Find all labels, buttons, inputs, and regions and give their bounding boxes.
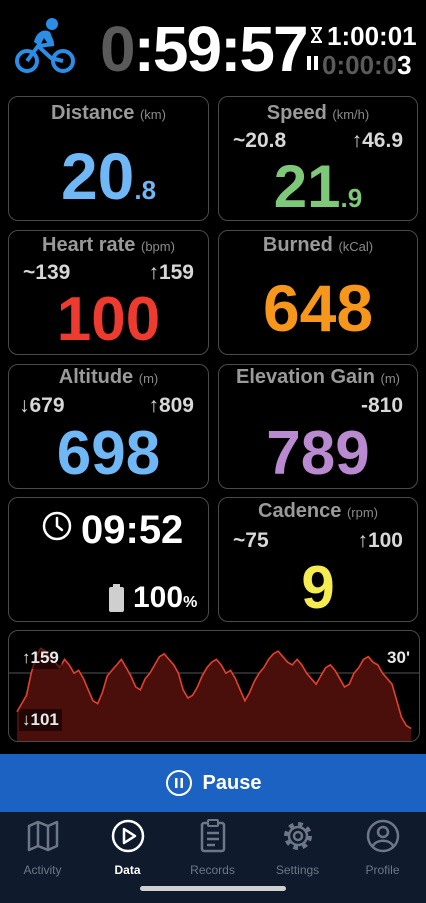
heart-rate-avg: ~139: [23, 261, 71, 284]
cadence-title: Cadence (rpm): [219, 499, 417, 525]
altitude-unit: (m): [138, 371, 159, 386]
heart-rate-value: 100: [56, 285, 161, 354]
nav-item-records[interactable]: Records: [170, 818, 255, 877]
distance-unit: (km): [139, 107, 166, 122]
speed-card[interactable]: Speed (km/h) ~20.8 ↑46.9 21.9: [218, 96, 418, 221]
distance-value-int: 20: [60, 139, 135, 213]
pause-button-label: Pause: [202, 771, 262, 794]
heart-rate-title: Heart rate (bpm): [9, 233, 208, 259]
map-icon: [27, 820, 58, 852]
speed-title: Speed (km/h): [219, 101, 417, 127]
altitude-min: ↓679: [19, 394, 65, 417]
elevation-gain-value: 789: [266, 419, 370, 488]
speed-value-int: 21: [273, 153, 341, 220]
speed-max: ↑46.9: [351, 129, 403, 152]
hourglass-icon: [311, 27, 322, 43]
pause-icon: [165, 770, 192, 796]
nav-item-settings-label: Settings: [275, 863, 320, 877]
burned-title-label: Burned: [262, 234, 333, 256]
cadence-max: ↑100: [357, 529, 403, 552]
elevation-gain-title-label: Elevation Gain: [236, 366, 375, 388]
speed-value-frac: .9: [340, 183, 363, 213]
user-circle-icon: [366, 819, 399, 853]
nav-item-activity-label: Activity: [23, 863, 62, 877]
elapsed-time: 0:59:57: [100, 13, 309, 85]
altitude-card[interactable]: Altitude (m) ↓679 ↑809 698: [8, 364, 209, 489]
battery-level-unit: %: [183, 594, 198, 611]
distance-value-frac: .8: [134, 175, 157, 205]
heart-rate-chart[interactable]: ↑159 ↓101 30': [8, 630, 420, 742]
altitude-max: ↑809: [148, 394, 194, 417]
nav-item-profile[interactable]: Profile: [340, 818, 425, 877]
distance-title-label: Distance: [51, 102, 135, 124]
distance-title: Distance (km): [9, 101, 208, 127]
elapsed-time-hours: 0: [100, 13, 136, 85]
nav-item-data-label: Data: [114, 863, 141, 877]
burned-value: 648: [262, 271, 374, 345]
elapsed-time-separator: :: [133, 13, 155, 85]
elevation-gain-card[interactable]: Elevation Gain (m) -810 789: [218, 364, 418, 489]
cadence-card[interactable]: Cadence (rpm) ~75 ↑100 9: [218, 497, 418, 622]
distance-card[interactable]: Distance (km) 20.8: [8, 96, 209, 221]
header: 0:59:57 1:00:01 0:00:03: [0, 0, 426, 92]
burned-card[interactable]: Burned (kCal) 648: [218, 230, 418, 355]
clock-time: 09:52: [81, 508, 184, 552]
elevation-gain-title: Elevation Gain (m): [219, 365, 417, 391]
play-circle-icon: [111, 819, 144, 853]
nav-item-data[interactable]: Data: [85, 818, 170, 877]
total-time: 1:00:01: [327, 21, 417, 51]
paused-time-bright: 3: [397, 50, 412, 80]
pause-button[interactable]: Pause: [0, 754, 426, 812]
clipboard-icon: [200, 819, 225, 853]
nav-item-settings[interactable]: Settings: [255, 818, 340, 877]
clock-icon: [42, 511, 72, 541]
cyclist-icon: [15, 18, 75, 73]
nav-item-profile-label: Profile: [365, 863, 400, 877]
chart-min-label: ↓101: [19, 709, 62, 731]
paused-icon: [307, 56, 318, 70]
battery-icon: [109, 584, 124, 612]
cadence-title-label: Cadence: [258, 500, 342, 522]
heart-rate-max: ↑159: [148, 261, 194, 284]
speed-title-label: Speed: [266, 102, 327, 124]
heart-rate-unit: (bpm): [141, 239, 175, 254]
cadence-unit: (rpm): [346, 505, 378, 520]
burned-title: Burned (kCal): [219, 233, 417, 259]
battery-level: 100%: [133, 582, 197, 619]
speed-unit: (km/h): [332, 107, 370, 122]
elevation-gain-unit: (m): [380, 371, 401, 386]
paused-time-dim: 0:00:0: [322, 50, 398, 80]
chart-max-label: ↑159: [19, 647, 62, 669]
home-indicator: [140, 886, 286, 891]
chart-duration-label: 30': [384, 647, 413, 669]
elevation-loss: -810: [360, 394, 403, 417]
cadence-value: 9: [301, 554, 335, 621]
clock-card[interactable]: 09:52 100%: [8, 497, 209, 622]
heart-rate-title-label: Heart rate: [42, 234, 136, 256]
elapsed-time-minutes: 59:57: [152, 13, 309, 85]
heart-rate-chart-svg: [9, 647, 419, 741]
gear-icon: [283, 822, 312, 850]
cadence-avg: ~75: [233, 529, 269, 552]
speed-avg: ~20.8: [233, 129, 287, 152]
battery-level-value: 100: [133, 581, 184, 614]
altitude-title-label: Altitude: [58, 366, 134, 388]
heart-rate-card[interactable]: Heart rate (bpm) ~139 ↑159 100: [8, 230, 209, 355]
distance-value: 20.8: [9, 143, 208, 209]
altitude-title: Altitude (m): [9, 365, 208, 391]
paused-time: 0:00:03: [322, 51, 412, 79]
chart-area: [17, 648, 411, 741]
burned-unit: (kCal): [338, 239, 374, 254]
altitude-value: 698: [56, 419, 161, 488]
speed-value: 21.9: [219, 157, 417, 217]
nav-item-records-label: Records: [190, 863, 235, 877]
nav-item-activity[interactable]: Activity: [0, 818, 85, 877]
